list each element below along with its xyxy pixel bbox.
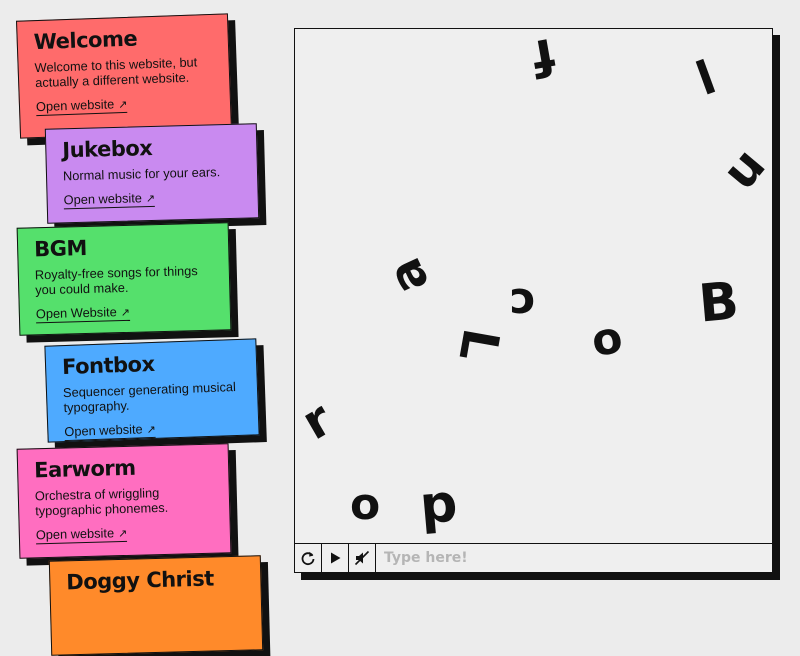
floating-glyph: B xyxy=(696,271,742,335)
floating-glyph: L xyxy=(447,324,511,366)
floating-glyph: p xyxy=(417,473,460,537)
card-title: Doggy Christ xyxy=(66,566,215,595)
mute-icon xyxy=(354,550,370,566)
play-button[interactable] xyxy=(322,544,349,572)
site-card-doggy-christ: Doggy Christ xyxy=(48,555,264,656)
typography-stage: l f u a c B L o r o p xyxy=(295,29,772,544)
player-controls xyxy=(295,543,772,572)
link-label: Open Website xyxy=(35,304,117,322)
external-link-icon: ↗ xyxy=(117,527,128,541)
open-website-link[interactable]: Open website ↗ xyxy=(63,189,156,210)
link-label: Open website xyxy=(35,96,115,115)
card-title: Welcome xyxy=(33,26,138,55)
type-input[interactable] xyxy=(376,544,772,572)
restart-icon xyxy=(301,551,315,566)
floating-glyph: r xyxy=(295,390,342,452)
open-website-link[interactable]: Open website ↗ xyxy=(35,95,128,117)
external-link-icon: ↗ xyxy=(145,192,156,206)
external-link-icon: ↗ xyxy=(146,423,157,437)
card-description: Welcome to this website, but actually a … xyxy=(34,54,198,91)
restart-button[interactable] xyxy=(295,544,322,572)
card-title: Earworm xyxy=(33,455,136,483)
floating-glyph: a xyxy=(375,249,441,303)
floating-glyph: l xyxy=(689,49,723,107)
link-label: Open website xyxy=(64,421,143,440)
card-title: Fontbox xyxy=(61,351,155,380)
external-link-icon: ↗ xyxy=(120,306,131,320)
link-label: Open website xyxy=(35,525,115,543)
card-description: Orchestra of wriggling typographic phone… xyxy=(34,485,169,519)
card-description: Sequencer generating musical typography. xyxy=(62,379,237,416)
floating-glyph: o xyxy=(350,479,381,530)
site-card-earworm: Earworm Orchestra of wriggling typograph… xyxy=(16,443,232,559)
open-website-link[interactable]: Open website ↗ xyxy=(35,524,128,545)
external-link-icon: ↗ xyxy=(118,98,128,112)
mute-button[interactable] xyxy=(349,544,376,572)
site-card-jukebox: Jukebox Normal music for your ears. Open… xyxy=(44,123,260,224)
open-website-link[interactable]: Open Website ↗ xyxy=(35,303,131,324)
open-website-link[interactable]: Open website ↗ xyxy=(64,420,157,442)
fontbox-player: l f u a c B L o r o p xyxy=(294,28,773,573)
card-description: Normal music for your ears. xyxy=(62,164,221,184)
floating-glyph: c xyxy=(509,278,536,329)
link-label: Open website xyxy=(63,190,143,208)
site-card-welcome: Welcome Welcome to this website, but act… xyxy=(16,13,232,139)
floating-glyph: o xyxy=(587,311,627,368)
card-title: BGM xyxy=(33,235,88,262)
card-title: Jukebox xyxy=(62,135,153,163)
play-icon xyxy=(331,552,341,564)
site-card-bgm: BGM Royalty-free songs for things you co… xyxy=(16,222,232,336)
floating-glyph: u xyxy=(711,137,772,201)
floating-glyph: f xyxy=(528,29,560,88)
card-description: Royalty-free songs for things you could … xyxy=(34,263,198,298)
site-card-fontbox: Fontbox Sequencer generating musical typ… xyxy=(44,338,260,443)
